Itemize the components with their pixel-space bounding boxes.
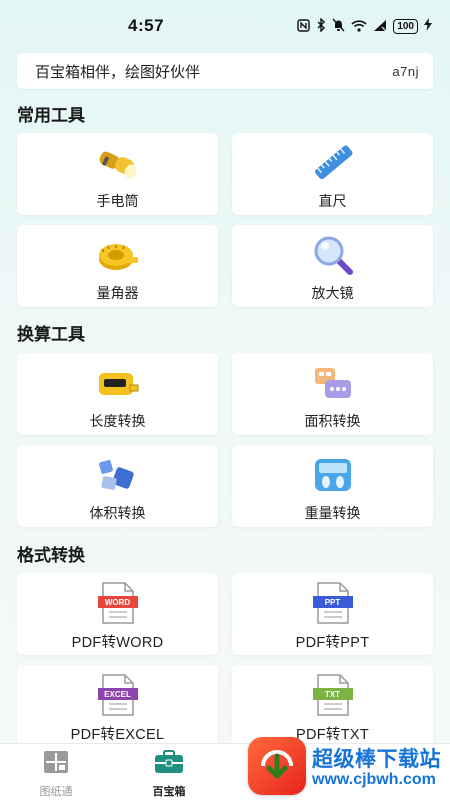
charging-icon	[424, 18, 432, 34]
ruler-icon	[311, 141, 355, 185]
tool-label: 手电筒	[96, 193, 139, 209]
tape-measure-icon	[96, 233, 140, 277]
tool-label: 量角器	[96, 285, 139, 301]
section-title-common: 常用工具	[17, 106, 85, 125]
tab-toolbox[interactable]: 百宝箱	[139, 750, 199, 799]
mute-bell-icon	[332, 18, 345, 34]
watermark-logo-icon	[248, 737, 306, 795]
tool-card-area[interactable]: 面积转换	[232, 353, 433, 435]
tool-card-pdf-excel[interactable]: EXCEL PDF转EXCEL	[17, 665, 218, 747]
word-badge: WORD	[97, 596, 138, 608]
slogan-banner: 百宝箱相伴，绘图好伙伴 a7nj	[17, 53, 433, 89]
bluetooth-icon	[316, 17, 326, 34]
excel-file-icon: EXCEL	[96, 673, 140, 717]
tool-label: 长度转换	[89, 413, 146, 429]
tool-label: 体积转换	[89, 505, 146, 521]
tool-card-length[interactable]: 长度转换	[17, 353, 218, 435]
tool-label: 重量转换	[304, 505, 361, 521]
wifi-icon	[351, 19, 367, 34]
toolbox-icon	[154, 750, 184, 779]
volume-icon	[96, 453, 140, 497]
word-file-icon: WORD	[96, 581, 140, 625]
tool-label: 放大镜	[311, 285, 354, 301]
txt-badge: TXT	[312, 688, 353, 700]
ppt-file-icon: PPT	[311, 581, 355, 625]
tool-card-weight[interactable]: 重量转换	[232, 445, 433, 527]
flashlight-icon	[96, 141, 140, 185]
battery-indicator: 100	[393, 18, 418, 34]
drawing-board-icon	[43, 750, 69, 779]
tab-drawings[interactable]: 图纸通	[26, 750, 86, 799]
banner-text: 百宝箱相伴，绘图好伙伴	[35, 63, 201, 81]
tool-card-ruler[interactable]: 直尺	[232, 133, 433, 215]
status-bar: 4:57 100	[0, 0, 450, 52]
tool-label: PDF转PPT	[295, 635, 370, 651]
txt-file-icon: TXT	[311, 673, 355, 717]
length-icon	[96, 361, 140, 405]
watermark-title: 超级棒下载站	[312, 748, 441, 771]
tool-card-protractor[interactable]: 量角器	[17, 225, 218, 307]
tool-card-magnifier[interactable]: 放大镜	[232, 225, 433, 307]
tool-card-flashlight[interactable]: 手电筒	[17, 133, 218, 215]
nfc-icon	[297, 18, 311, 34]
tool-label: PDF转EXCEL	[70, 727, 165, 743]
ppt-badge: PPT	[312, 596, 353, 608]
tool-card-pdf-ppt[interactable]: PPT PDF转PPT	[232, 573, 433, 655]
status-icons: 100	[297, 17, 432, 34]
excel-badge: EXCEL	[97, 688, 138, 700]
tool-label: 直尺	[318, 193, 347, 209]
tab-label: 图纸通	[39, 786, 73, 798]
banner-code: a7nj	[392, 63, 419, 79]
tool-card-pdf-word[interactable]: WORD PDF转WORD	[17, 573, 218, 655]
tool-card-volume[interactable]: 体积转换	[17, 445, 218, 527]
status-time: 4:57	[128, 16, 165, 35]
watermark-url: www.cjbwh.com	[312, 771, 436, 788]
signal-icon	[373, 19, 387, 34]
tool-label: 面积转换	[304, 413, 361, 429]
tool-label: PDF转WORD	[71, 635, 164, 651]
weight-icon	[311, 453, 355, 497]
section-title-format: 格式转换	[17, 546, 85, 565]
area-icon	[311, 361, 355, 405]
tab-label: 百宝箱	[152, 786, 186, 798]
section-title-convert: 换算工具	[17, 325, 85, 344]
magnifier-icon	[311, 233, 355, 277]
site-watermark: 超级棒下载站 www.cjbwh.com	[248, 732, 450, 800]
